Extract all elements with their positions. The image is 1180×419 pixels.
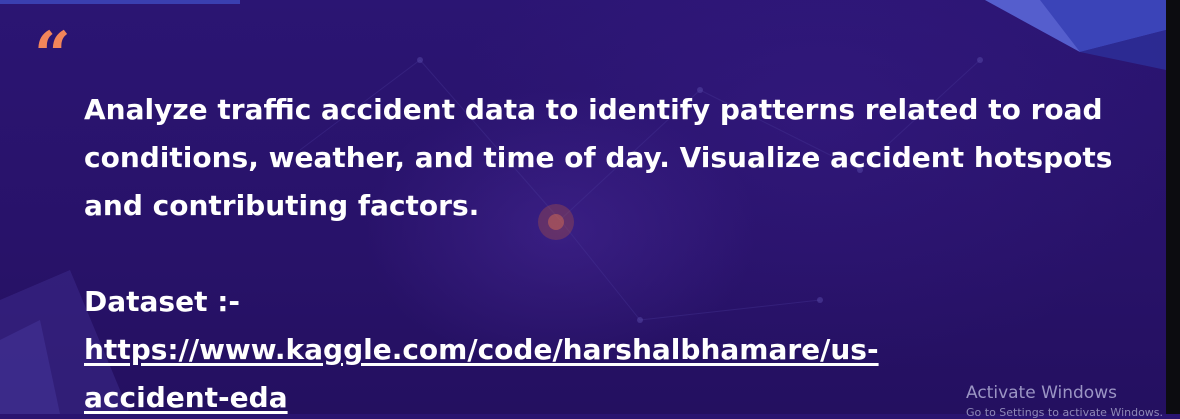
dataset-link-line2: accident-eda [84, 381, 288, 414]
activate-windows-subtitle: Go to Settings to activate Windows. [966, 406, 1164, 419]
quote-icon: “ [34, 18, 71, 93]
dataset-link-line1: https://www.kaggle.com/code/harshalbhama… [84, 333, 879, 366]
slide-content: Analyze traffic accident data to identif… [84, 86, 1124, 414]
window-edge [1166, 0, 1180, 414]
presentation-slide: “ Analyze traffic accident data to ident… [0, 0, 1166, 414]
description-paragraph: Analyze traffic accident data to identif… [84, 93, 1113, 222]
dataset-label: Dataset :- [84, 285, 241, 318]
activate-windows-watermark: Activate Windows [966, 383, 1117, 403]
